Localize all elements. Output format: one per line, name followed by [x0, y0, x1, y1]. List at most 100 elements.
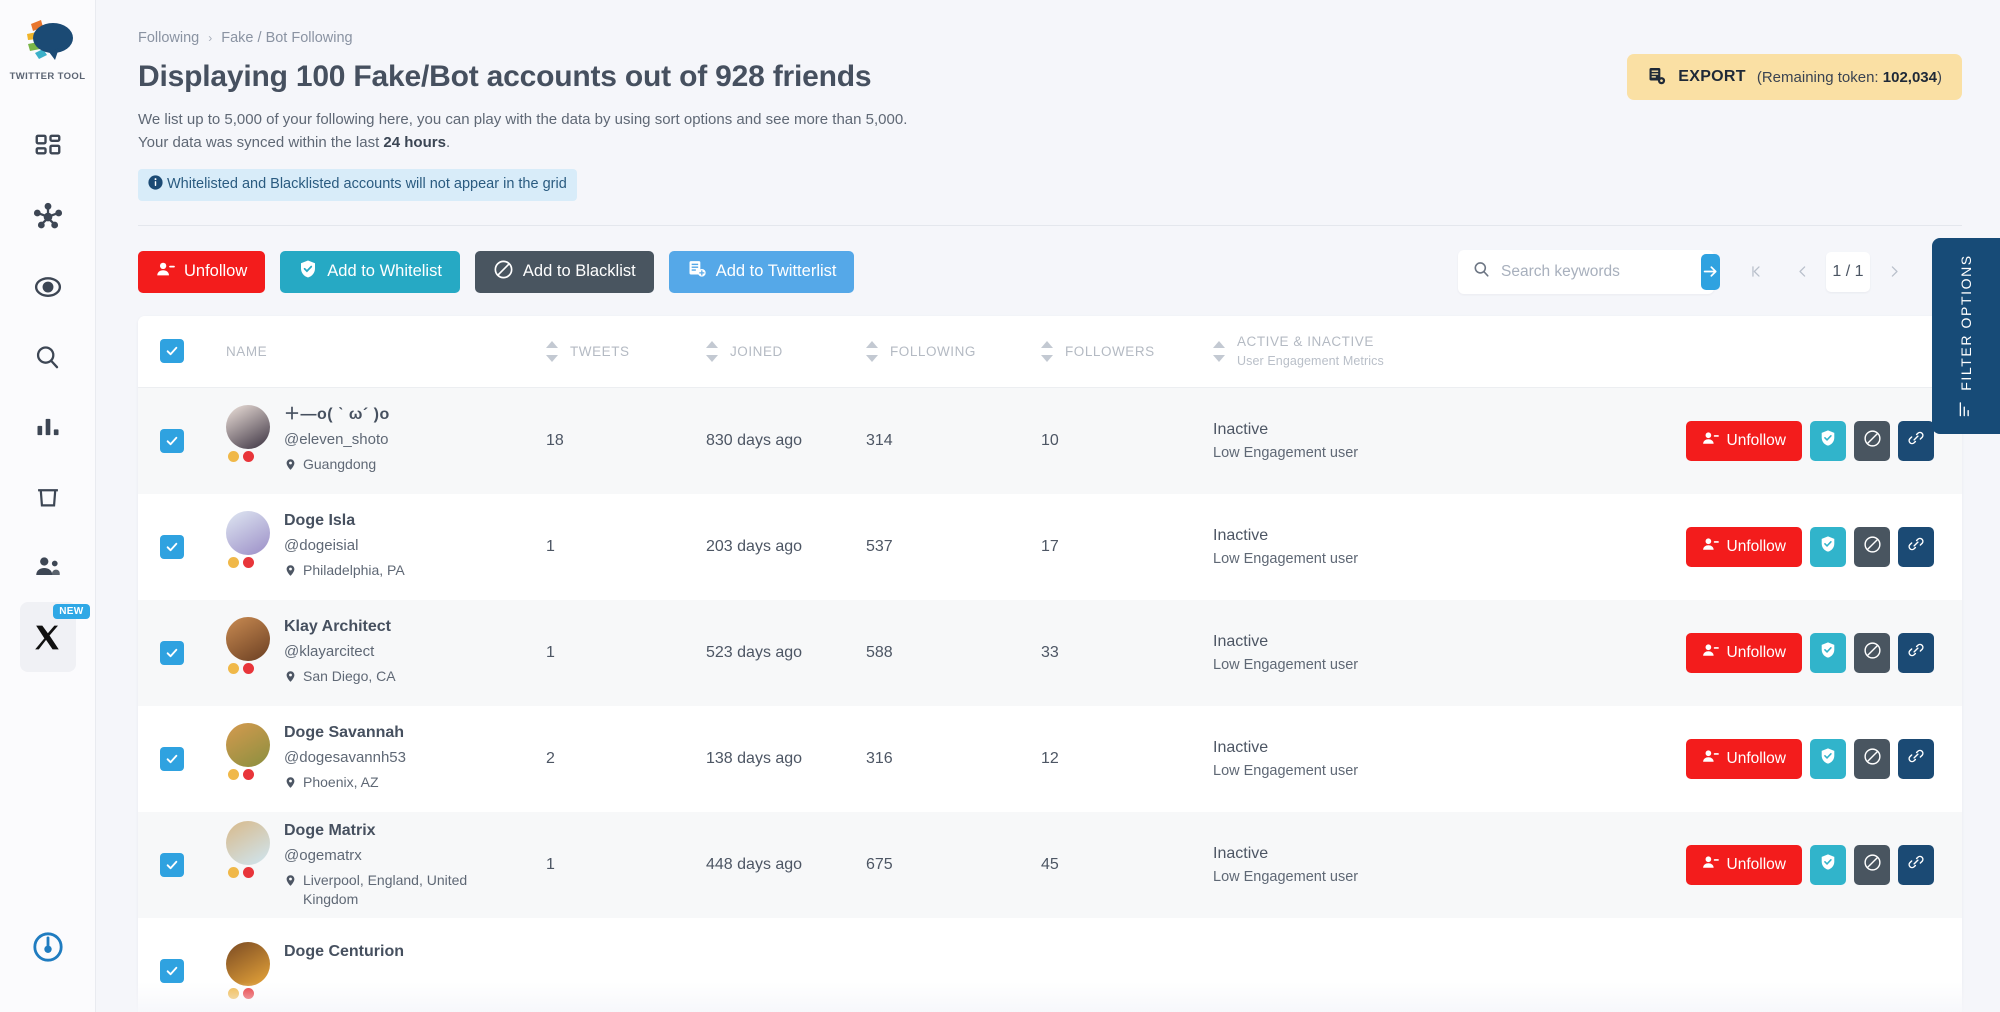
- app-root: TWITTER TOOL NEW Following › Fake / Bot …: [0, 0, 2000, 1012]
- sort-tweets-icon[interactable]: [546, 340, 558, 362]
- row-identity: Klay Architect @klayarcitect San Diego, …: [284, 617, 396, 688]
- row-whitelist-button[interactable]: [1810, 526, 1846, 567]
- row-unfollow-button[interactable]: Unfollow: [1685, 526, 1802, 567]
- row-blacklist-button[interactable]: [1854, 844, 1890, 885]
- bulk-unfollow-button[interactable]: Unfollow: [138, 250, 266, 293]
- sort-joined-icon[interactable]: [706, 340, 718, 362]
- sort-following-icon[interactable]: [866, 340, 878, 362]
- sidebar-item-target[interactable]: [20, 252, 76, 322]
- column-header-following[interactable]: FOLLOWING: [866, 340, 1041, 362]
- pagination-first[interactable]: [1734, 252, 1778, 292]
- row-checkbox[interactable]: [160, 428, 184, 453]
- bulk-blacklist-label: Add to Blacklist: [522, 262, 636, 280]
- sidebar-item-network[interactable]: [20, 182, 76, 252]
- table-row[interactable]: Doge Centurion: [138, 917, 1962, 1012]
- avatar[interactable]: [226, 404, 270, 449]
- row-checkbox[interactable]: [160, 746, 184, 771]
- sidebar-item-audience[interactable]: [20, 532, 76, 602]
- row-followers: 33: [1041, 643, 1059, 661]
- bulk-blacklist-button[interactable]: Add to Blacklist: [474, 250, 654, 293]
- column-label-name: NAME: [226, 343, 268, 359]
- avatar[interactable]: [226, 820, 270, 865]
- pagination-prev[interactable]: [1780, 252, 1824, 292]
- column-header-joined[interactable]: JOINED: [706, 340, 866, 362]
- row-blacklist-button[interactable]: [1854, 420, 1890, 461]
- sort-followers-icon[interactable]: [1041, 340, 1053, 362]
- filter-options-tab[interactable]: FILTER OPTIONS: [1932, 238, 2000, 434]
- column-header-followers[interactable]: FOLLOWERS: [1041, 340, 1213, 362]
- row-whitelist-button[interactable]: [1810, 632, 1846, 673]
- select-all-checkbox[interactable]: [160, 339, 184, 363]
- row-unfollow-button[interactable]: Unfollow: [1685, 844, 1802, 885]
- row-select-cell: [160, 428, 226, 453]
- pagination-next[interactable]: [1872, 252, 1916, 292]
- pagination-current: 1 / 1: [1826, 251, 1870, 292]
- row-link-button[interactable]: [1898, 420, 1934, 461]
- status-dot-amber: [228, 768, 239, 780]
- row-unfollow-button[interactable]: Unfollow: [1685, 632, 1802, 673]
- row-status: Inactive: [1213, 738, 1269, 756]
- column-header-active[interactable]: ACTIVE & INACTIVE User Engagement Metric…: [1213, 334, 1428, 368]
- row-whitelist-button[interactable]: [1810, 844, 1846, 885]
- ban-icon: [1863, 853, 1882, 877]
- row-checkbox[interactable]: [160, 852, 184, 877]
- avatar[interactable]: [226, 510, 270, 555]
- row-blacklist-button[interactable]: [1854, 738, 1890, 779]
- search-submit-button[interactable]: [1701, 253, 1720, 290]
- sidebar-item-trash[interactable]: [20, 462, 76, 532]
- bulk-twitterlist-button[interactable]: Add to Twitterlist: [668, 250, 855, 293]
- sidebar-nav: NEW: [0, 112, 95, 672]
- search-input[interactable]: [1501, 262, 1701, 281]
- bulk-whitelist-button[interactable]: Add to Whitelist: [280, 250, 460, 293]
- brand[interactable]: TWITTER TOOL: [10, 14, 86, 82]
- sidebar-item-help[interactable]: [20, 912, 76, 982]
- sync-text-pre: Your data was synced within the last: [138, 134, 384, 152]
- avatar-wrap: [226, 510, 270, 568]
- shield-check-icon: [1819, 535, 1837, 558]
- export-token-value: 102,034: [1882, 68, 1937, 86]
- table-row[interactable]: Doge Matrix @ogematrx Liverpool, England…: [138, 811, 1962, 918]
- row-handle: @ogematrx: [284, 846, 362, 864]
- row-link-button[interactable]: [1898, 738, 1934, 779]
- row-unfollow-button[interactable]: Unfollow: [1685, 738, 1802, 779]
- row-link-button[interactable]: [1898, 526, 1934, 567]
- sort-active-icon[interactable]: [1213, 340, 1225, 362]
- sidebar-item-dashboard[interactable]: [20, 112, 76, 182]
- column-header-name[interactable]: NAME: [226, 344, 546, 359]
- avatar[interactable]: [226, 616, 270, 661]
- status-dot-red: [243, 768, 254, 780]
- status-dots: [228, 866, 270, 878]
- status-dots: [228, 768, 270, 780]
- column-header-tweets[interactable]: TWEETS: [546, 340, 706, 362]
- avatar[interactable]: [226, 942, 270, 986]
- location-pin-icon: [284, 775, 297, 794]
- row-link-button[interactable]: [1898, 844, 1934, 885]
- breadcrumb: Following › Fake / Bot Following: [138, 0, 1962, 46]
- shield-check-icon: [1819, 853, 1837, 876]
- row-checkbox[interactable]: [160, 640, 184, 665]
- row-checkbox[interactable]: [160, 958, 184, 983]
- row-whitelist-button[interactable]: [1810, 738, 1846, 779]
- breadcrumb-root[interactable]: Following: [138, 30, 199, 46]
- avatar[interactable]: [226, 722, 270, 767]
- row-blacklist-button[interactable]: [1854, 526, 1890, 567]
- row-unfollow-button[interactable]: Unfollow: [1685, 420, 1802, 461]
- row-unfollow-label: Unfollow: [1726, 855, 1786, 873]
- column-label-followers: FOLLOWERS: [1065, 343, 1155, 359]
- row-blacklist-button[interactable]: [1854, 632, 1890, 673]
- bulk-twitterlist-label: Add to Twitterlist: [715, 262, 837, 280]
- pagination: 1 / 1: [1734, 251, 1962, 292]
- table-row[interactable]: Doge Isla @dogeisial Philadelphia, PA 1 …: [138, 493, 1962, 600]
- sidebar-item-x-platform[interactable]: NEW: [19, 602, 90, 672]
- row-link-button[interactable]: [1898, 632, 1934, 673]
- sidebar-item-analytics[interactable]: [20, 392, 76, 462]
- export-button[interactable]: EXPORT (Remaining token: 102,034): [1627, 54, 1962, 100]
- table-row[interactable]: Klay Architect @klayarcitect San Diego, …: [138, 599, 1962, 706]
- table-row[interactable]: Doge Savannah @dogesavannh53 Phoenix, AZ…: [138, 705, 1962, 812]
- table-row[interactable]: ＋―o( ˋ ω´ )o @eleven_shoto Guangdong 18 …: [138, 387, 1962, 494]
- row-whitelist-button[interactable]: [1810, 420, 1846, 461]
- row-name-cell: Doge Centurion: [226, 942, 546, 999]
- row-checkbox[interactable]: [160, 534, 184, 559]
- sidebar-item-search[interactable]: [20, 322, 76, 392]
- row-engagement: Low Engagement user: [1213, 444, 1359, 461]
